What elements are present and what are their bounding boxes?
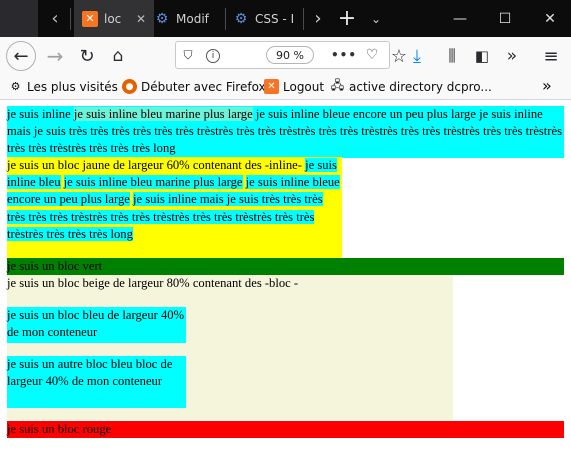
url-bar[interactable]: ⛉ i 90 % ••• ♡	[175, 41, 390, 69]
beige-text: je suis un bloc beige de largeur 80% con…	[7, 276, 299, 290]
info-icon[interactable]: i	[206, 49, 220, 63]
red-block: je suis un bloc rouge	[7, 421, 564, 438]
tab-css[interactable]: ⚙ CSS - I	[229, 0, 305, 37]
bookmark-label: active directory dcpro...	[349, 79, 492, 94]
tab-separator	[70, 8, 71, 30]
xampp-icon: ✕	[82, 10, 98, 27]
zoom-indicator[interactable]: 90 %	[266, 46, 314, 64]
firefox-icon: ●	[122, 79, 137, 94]
tab-modif[interactable]: ⚙ Modif	[150, 0, 226, 37]
tab-separator	[303, 8, 304, 30]
forward-button[interactable]: →	[40, 41, 70, 71]
nav-toolbar: ← → ↻ ⌂ ⛉ i 90 % ••• ♡ ☆ ⤓ ⫼ ◧ » ≡	[0, 37, 571, 75]
inline-navy-span: je suis inline bleu marine plus large	[63, 175, 243, 190]
page-actions-icon[interactable]: •••	[331, 47, 356, 63]
inline-span: je suis inline	[7, 107, 71, 121]
blue-block-2: je suis un autre bloc bleu bloc de large…	[7, 356, 186, 408]
pocket-icon[interactable]: ♡	[364, 47, 380, 63]
minimize-button[interactable]: —	[440, 0, 480, 37]
library-icon[interactable]: ⫼	[437, 41, 467, 71]
bookmark-label: Débuter avec Firefox	[141, 79, 266, 94]
gear-icon: ⚙	[155, 10, 169, 27]
bookmarks-bar: ⚙ Les plus visités ● Débuter avec Firefo…	[0, 75, 571, 100]
page-content: je suis inline je suis inline bleu marin…	[0, 100, 571, 471]
tab-label: CSS - I	[255, 11, 295, 26]
ad-icon: 🖧	[330, 78, 345, 92]
tab-strip-edge	[0, 0, 38, 37]
sidebar-icon[interactable]: ◧	[467, 41, 497, 71]
shield-icon[interactable]: ⛉	[180, 47, 196, 63]
yellow-text: je suis un bloc jaune de largeur 60% con…	[7, 158, 302, 172]
bookmark-item[interactable]: ● Débuter avec Firefox	[122, 79, 266, 94]
bookmark-item[interactable]: ✕ Logout	[264, 79, 324, 94]
maximize-button[interactable]: ☐	[485, 0, 525, 37]
tab-list-chevron-down-icon[interactable]: ⌄	[364, 0, 388, 37]
yellow-block: je suis un bloc jaune de largeur 60% con…	[7, 157, 342, 258]
bookmarks-overflow-icon[interactable]: »	[542, 76, 552, 95]
tab-separator	[225, 8, 226, 30]
new-tab-plus-icon[interactable]: +	[334, 0, 360, 37]
tab-active[interactable]: ✕ loc ✕	[74, 0, 154, 37]
tab-close-icon[interactable]: ✕	[136, 12, 146, 26]
bookmark-label: Les plus visités	[27, 79, 118, 94]
bookmark-label: Logout	[283, 79, 325, 94]
back-button[interactable]: ←	[6, 41, 36, 71]
gear-icon: ⚙	[234, 10, 248, 27]
gear-icon: ⚙	[10, 80, 21, 93]
bookmark-item[interactable]: 🖧 active directory dcpro...	[330, 78, 492, 94]
green-block: je suis un bloc vert	[7, 258, 564, 275]
beige-block: je suis un bloc beige de largeur 80% con…	[7, 275, 453, 420]
inline-navy-span: je suis inline bleu marine plus large	[73, 107, 253, 121]
xampp-icon: ✕	[264, 79, 279, 94]
home-button[interactable]: ⌂	[103, 41, 133, 71]
tab-strip: ‹ ✕ loc ✕ ⚙ Modif ⚙ CSS - I › + ⌄ — ☐ ✕	[0, 0, 571, 37]
tab-label: loc	[104, 11, 122, 26]
bookmark-item[interactable]: ⚙ Les plus visités	[8, 79, 118, 94]
reload-button[interactable]: ↻	[72, 41, 102, 71]
cyan-paragraph: je suis inline je suis inline bleu marin…	[7, 106, 564, 158]
extensions-icon[interactable]: »	[497, 41, 527, 71]
blue-block-1: je suis un bloc bleu de largeur 40% de m…	[7, 307, 186, 343]
tab-scroll-right-icon[interactable]: ›	[306, 0, 330, 37]
menu-icon[interactable]: ≡	[536, 41, 566, 71]
close-button[interactable]: ✕	[530, 0, 570, 37]
inline-blue-span: je suis inline bleue encore un peu plus …	[255, 107, 476, 121]
tab-scroll-left-icon[interactable]: ‹	[41, 0, 69, 37]
download-icon[interactable]: ⤓	[402, 41, 432, 71]
tab-label: Modif	[176, 11, 209, 26]
